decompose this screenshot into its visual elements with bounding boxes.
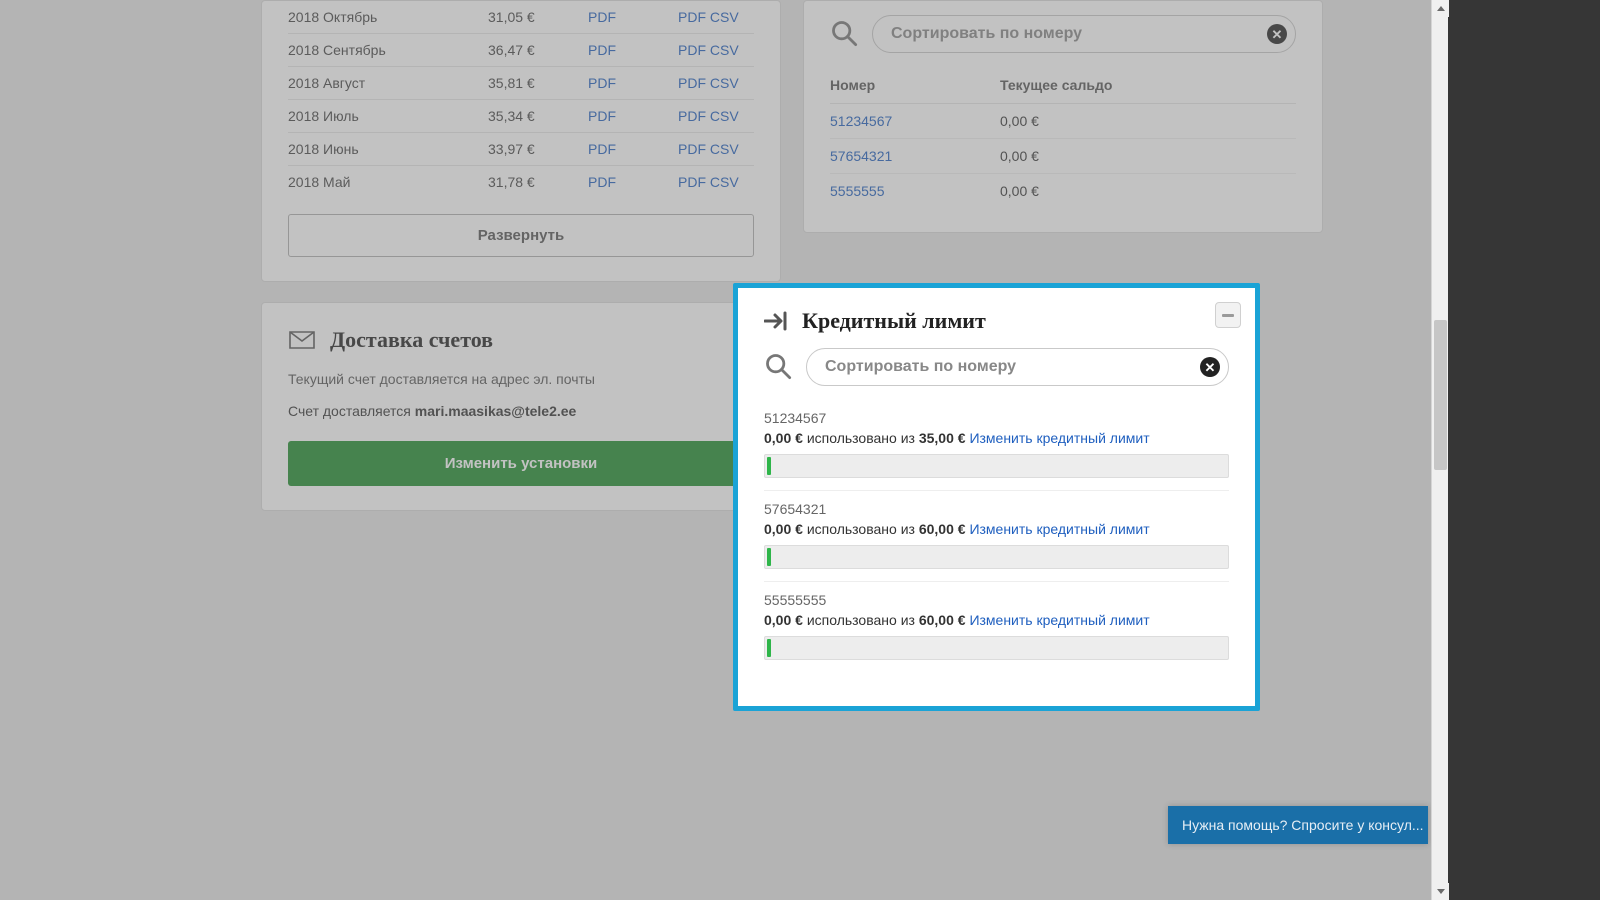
credit-usage-bar: [764, 454, 1229, 478]
balance-row: 51234567 0,00 €: [830, 104, 1296, 139]
balance-number-link[interactable]: 57654321: [830, 148, 892, 164]
invoice-detail-pdf-link[interactable]: PDF: [678, 42, 706, 58]
invoice-amount: 31,05 €: [488, 1, 588, 34]
change-credit-limit-link[interactable]: Изменить кредитный лимит: [969, 521, 1149, 537]
credit-usage-bar: [764, 636, 1229, 660]
invoice-pdf-link[interactable]: PDF: [588, 108, 616, 124]
clear-icon[interactable]: ✕: [1267, 24, 1287, 44]
scrollbar-thumb[interactable]: [1434, 320, 1447, 470]
invoice-detail-csv-link[interactable]: CSV: [710, 141, 739, 157]
invoice-detail-pdf-link[interactable]: PDF: [678, 108, 706, 124]
invoice-detail-csv-link[interactable]: CSV: [710, 75, 739, 91]
credit-usage-bar: [764, 545, 1229, 569]
scrollbar[interactable]: [1431, 0, 1448, 900]
balances-col-balance: Текущее сальдо: [1000, 67, 1296, 104]
invoice-pdf-link[interactable]: PDF: [588, 174, 616, 190]
right-black-strip: [1448, 0, 1600, 900]
delivery-line1: Текущий счет доставляется на адрес эл. п…: [288, 371, 754, 387]
invoice-row: 2018 Май31,78 €PDFPDF CSV: [288, 166, 754, 199]
clear-icon[interactable]: ✕: [1200, 357, 1220, 377]
credit-item-number: 51234567: [764, 410, 1229, 426]
limit-arrow-icon: [764, 311, 790, 331]
delivery-card: Доставка счетов Текущий счет доставляетс…: [261, 302, 781, 511]
invoice-amount: 36,47 €: [488, 34, 588, 67]
invoice-amount: 31,78 €: [488, 166, 588, 199]
invoice-month: 2018 Июль: [288, 100, 488, 133]
delivery-title: Доставка счетов: [330, 327, 493, 353]
delivery-line2-prefix: Счет доставляется: [288, 403, 415, 419]
invoice-row: 2018 Июль35,34 €PDFPDF CSV: [288, 100, 754, 133]
balances-search-input[interactable]: [891, 16, 1255, 52]
credit-search[interactable]: ✕: [806, 348, 1229, 386]
invoice-month: 2018 Октябрь: [288, 1, 488, 34]
credit-item-number: 55555555: [764, 592, 1229, 608]
invoice-pdf-link[interactable]: PDF: [588, 9, 616, 25]
credit-limit-card: Кредитный лимит ✕ 51234567 0,00 € использ…: [733, 283, 1260, 711]
balances-search[interactable]: ✕: [872, 15, 1296, 53]
invoice-month: 2018 Август: [288, 67, 488, 100]
credit-limit-item: 55555555 0,00 € использовано из 60,00 € И…: [764, 582, 1229, 660]
invoice-month: 2018 Июнь: [288, 133, 488, 166]
credit-limit-title: Кредитный лимит: [802, 308, 986, 334]
invoice-row: 2018 Октябрь31,05 €PDFPDF CSV: [288, 1, 754, 34]
balance-number-link[interactable]: 5555555: [830, 183, 885, 199]
invoice-pdf-link[interactable]: PDF: [588, 42, 616, 58]
invoice-month: 2018 Май: [288, 166, 488, 199]
invoices-table: 2018 Октябрь31,05 €PDFPDF CSV2018 Сентяб…: [288, 1, 754, 198]
invoices-card: 2018 Октябрь31,05 €PDFPDF CSV2018 Сентяб…: [261, 0, 781, 282]
balances-table: Номер Текущее сальдо 512345670,00 €57654…: [830, 67, 1296, 208]
invoice-detail-csv-link[interactable]: CSV: [710, 9, 739, 25]
invoice-pdf-link[interactable]: PDF: [588, 75, 616, 91]
delivery-line2: Счет доставляется mari.maasikas@tele2.ee: [288, 403, 754, 419]
expand-button[interactable]: Развернуть: [288, 214, 754, 257]
invoice-detail-csv-link[interactable]: CSV: [710, 42, 739, 58]
invoice-month: 2018 Сентябрь: [288, 34, 488, 67]
balance-row: 5555555 0,00 €: [830, 174, 1296, 209]
invoice-amount: 33,97 €: [488, 133, 588, 166]
invoice-amount: 35,81 €: [488, 67, 588, 100]
balance-value: 0,00 €: [1000, 139, 1296, 174]
change-credit-limit-link[interactable]: Изменить кредитный лимит: [969, 430, 1149, 446]
scroll-down-button[interactable]: [1432, 883, 1449, 900]
balances-card: ✕ Номер Текущее сальдо 512345670,00 €576…: [803, 0, 1323, 233]
change-credit-limit-link[interactable]: Изменить кредитный лимит: [969, 612, 1149, 628]
credit-item-line: 0,00 € использовано из 35,00 € Изменить …: [764, 430, 1229, 446]
balances-col-number: Номер: [830, 67, 1000, 104]
invoice-detail-pdf-link[interactable]: PDF: [678, 174, 706, 190]
balance-number-link[interactable]: 51234567: [830, 113, 892, 129]
credit-search-input[interactable]: [825, 349, 1188, 385]
collapse-button[interactable]: [1215, 302, 1241, 328]
invoice-row: 2018 Сентябрь36,47 €PDFPDF CSV: [288, 34, 754, 67]
invoice-row: 2018 Август35,81 €PDFPDF CSV: [288, 67, 754, 100]
credit-item-number: 57654321: [764, 501, 1229, 517]
invoice-row: 2018 Июнь33,97 €PDFPDF CSV: [288, 133, 754, 166]
delivery-email-value: mari.maasikas@tele2.ee: [415, 403, 577, 419]
change-settings-button[interactable]: Изменить установки: [288, 441, 754, 486]
credit-limit-item: 57654321 0,00 € использовано из 60,00 € И…: [764, 491, 1229, 582]
invoice-amount: 35,34 €: [488, 100, 588, 133]
scroll-up-button[interactable]: [1432, 0, 1449, 17]
credit-item-line: 0,00 € использовано из 60,00 € Изменить …: [764, 612, 1229, 628]
invoice-detail-pdf-link[interactable]: PDF: [678, 9, 706, 25]
envelope-icon: [288, 328, 316, 352]
search-icon: [764, 352, 792, 383]
credit-limit-item: 51234567 0,00 € использовано из 35,00 € И…: [764, 400, 1229, 491]
search-icon: [830, 19, 858, 50]
invoice-detail-pdf-link[interactable]: PDF: [678, 141, 706, 157]
invoice-detail-csv-link[interactable]: CSV: [710, 174, 739, 190]
invoice-detail-pdf-link[interactable]: PDF: [678, 75, 706, 91]
credit-item-line: 0,00 € использовано из 60,00 € Изменить …: [764, 521, 1229, 537]
invoice-detail-csv-link[interactable]: CSV: [710, 108, 739, 124]
balance-value: 0,00 €: [1000, 174, 1296, 209]
balance-value: 0,00 €: [1000, 104, 1296, 139]
balance-row: 57654321 0,00 €: [830, 139, 1296, 174]
help-widget[interactable]: Нужна помощь? Спросите у консул...: [1168, 806, 1428, 844]
invoice-pdf-link[interactable]: PDF: [588, 141, 616, 157]
